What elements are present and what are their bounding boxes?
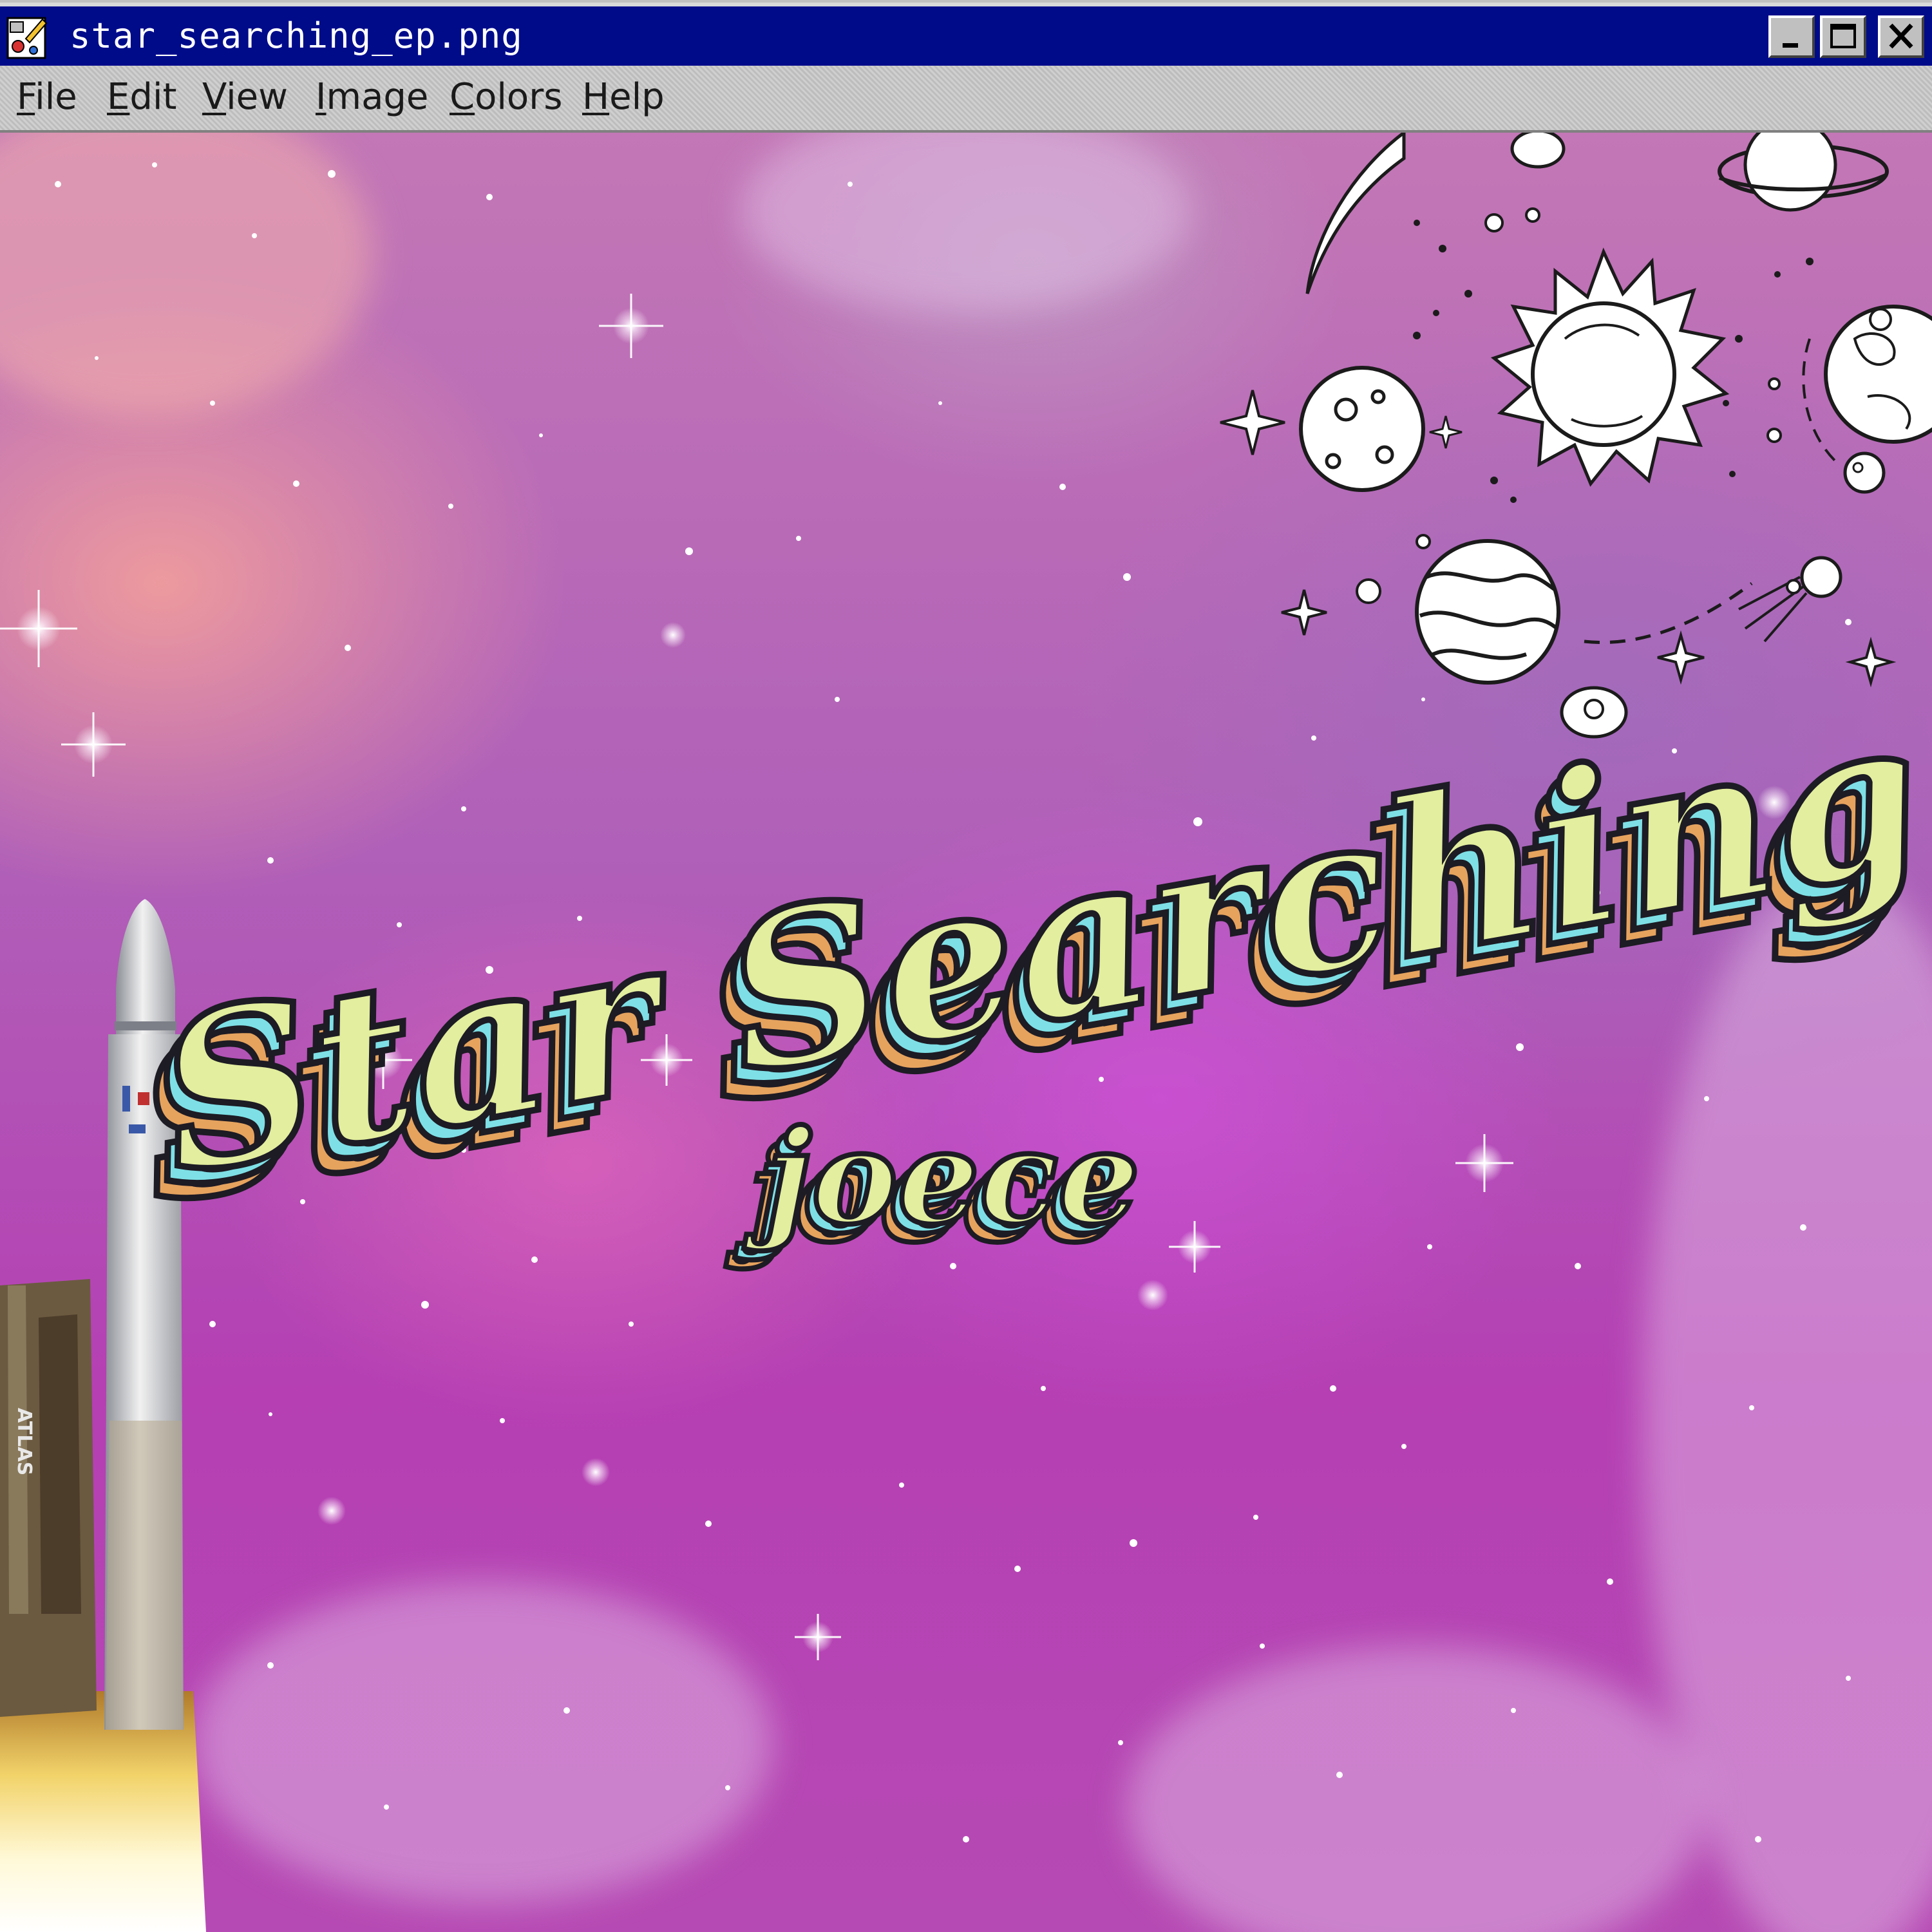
artist-name: joece	[743, 1102, 1140, 1253]
maximize-button[interactable]	[1820, 15, 1866, 58]
close-button[interactable]	[1878, 15, 1924, 58]
menu-file[interactable]: File	[17, 76, 77, 118]
paint-icon	[6, 17, 48, 59]
close-icon	[1889, 23, 1913, 49]
menu-help[interactable]: Help	[582, 76, 665, 118]
minimize-button[interactable]	[1768, 15, 1815, 58]
window-title: star_searching_ep.png	[70, 15, 523, 56]
menu-image[interactable]: Image	[316, 76, 428, 118]
menu-edit[interactable]: Edit	[107, 76, 176, 118]
menu-colors[interactable]: Colors	[450, 76, 562, 118]
sun-doodle	[1490, 247, 1730, 487]
minimize-icon	[1783, 43, 1798, 48]
maximize-icon	[1830, 24, 1856, 48]
album-title: Star Searching Star Searching Star Searc…	[117, 664, 1932, 1274]
album-artwork: ATLAS Star Searching Star Searching Star…	[0, 133, 1932, 1932]
title-bar[interactable]: star_searching_ep.png	[0, 3, 1932, 66]
menu-bar: File Edit View Image Colors Help	[0, 66, 1932, 133]
image-canvas[interactable]: ATLAS Star Searching Star Searching Star…	[0, 133, 1932, 1932]
rocket-label: ATLAS	[13, 1408, 35, 1475]
menu-view[interactable]: View	[202, 76, 288, 118]
paint-window: star_searching_ep.png File Edit View Ima…	[0, 0, 1932, 1932]
space-doodles	[1220, 133, 1932, 739]
